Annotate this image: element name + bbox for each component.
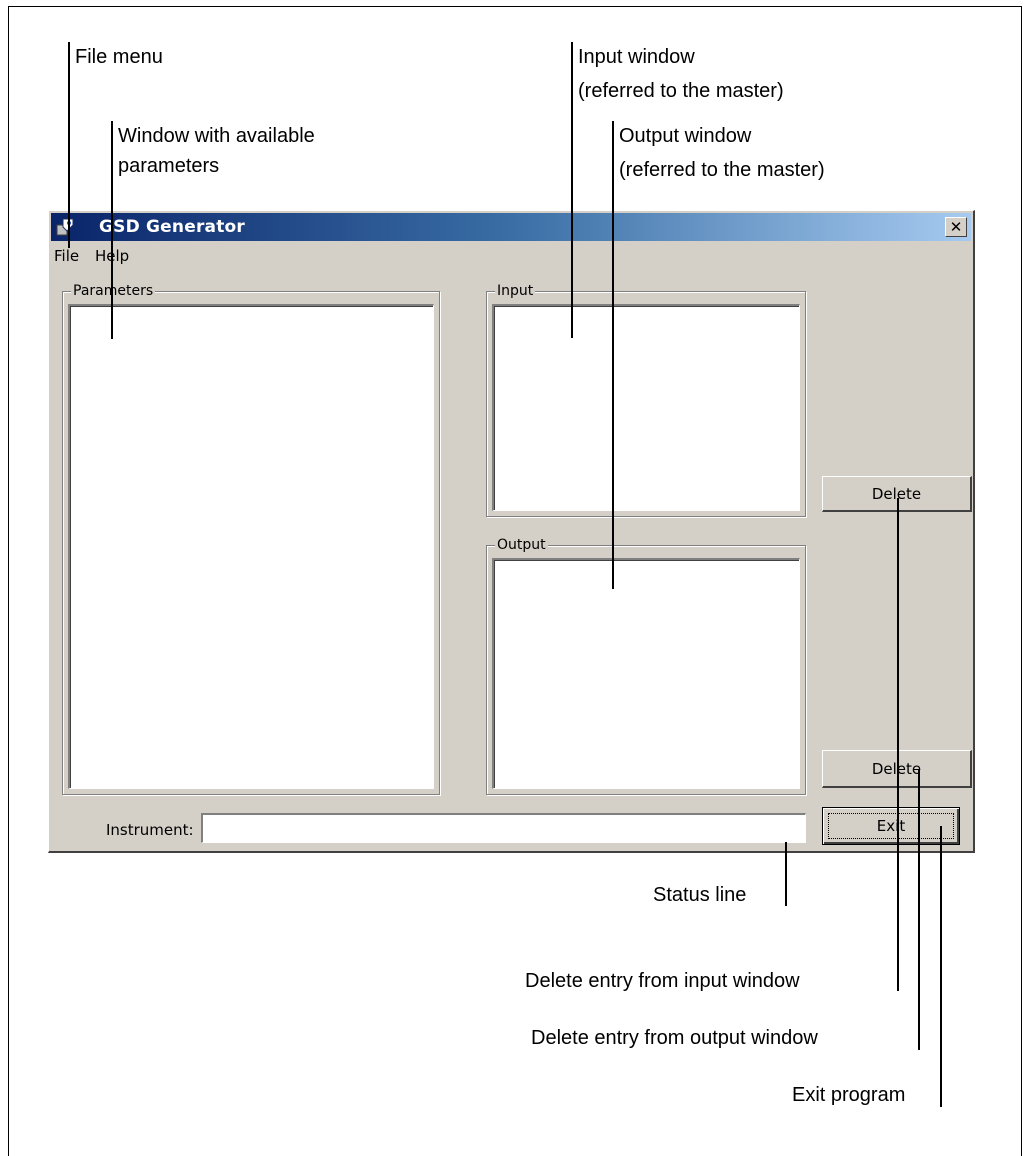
input-group: Input: [486, 282, 806, 517]
parameters-label: Parameters: [71, 282, 156, 300]
callout-exit-program: Exit program: [792, 1084, 906, 1106]
callout-output-line2: (referred to the master): [619, 159, 825, 181]
callout-delete-output: Delete entry from output window: [531, 1027, 818, 1049]
close-button[interactable]: ✕: [945, 217, 967, 237]
close-icon: ✕: [949, 218, 963, 236]
input-label: Input: [495, 282, 536, 300]
exit-focus-rect: [828, 813, 954, 839]
leader-output: [612, 121, 614, 589]
callout-delete-input: Delete entry from input window: [525, 970, 800, 992]
output-list[interactable]: [492, 558, 800, 789]
leader-file-menu: [68, 42, 70, 248]
window-title: GSD Generator: [99, 217, 245, 237]
leader-params: [111, 121, 113, 339]
parameters-list[interactable]: [68, 304, 434, 789]
output-group: Output: [486, 536, 806, 795]
callout-status-line: Status line: [653, 884, 747, 906]
app-icon: [56, 218, 74, 236]
leader-delete-input: [897, 498, 899, 991]
leader-delete-output: [918, 770, 920, 1050]
callout-params-line2: parameters: [118, 155, 220, 177]
parameters-group: Parameters: [62, 282, 440, 795]
callout-params-line1: Window with available: [118, 125, 315, 147]
leader-exit: [940, 826, 942, 1107]
instrument-label: Instrument:: [106, 821, 194, 839]
leader-status-line: [785, 842, 787, 906]
callout-file-menu: File menu: [75, 46, 163, 68]
leader-input: [571, 42, 573, 338]
callout-output-line1: Output window: [619, 125, 752, 147]
title-bar[interactable]: GSD Generator ✕: [51, 213, 971, 241]
callout-input-line1: Input window: [578, 46, 695, 68]
menu-file[interactable]: File: [54, 247, 79, 265]
input-list[interactable]: [492, 304, 800, 511]
output-label: Output: [495, 536, 548, 554]
status-line-field: [201, 813, 806, 843]
callout-input-line2: (referred to the master): [578, 80, 784, 102]
gsd-generator-window: GSD Generator ✕ File Help Parameters Inp…: [48, 210, 975, 853]
